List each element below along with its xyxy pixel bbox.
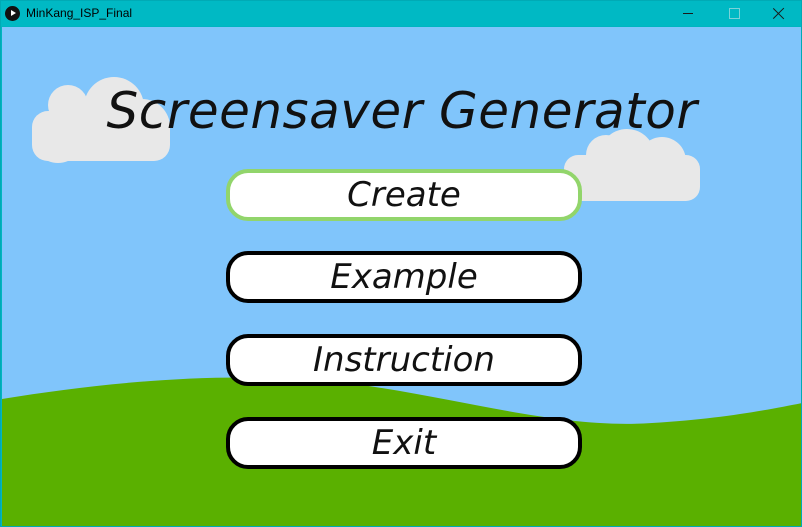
maximize-button: [711, 1, 757, 26]
play-icon: [5, 6, 20, 21]
title-bar[interactable]: MinKang_ISP_Final: [1, 1, 801, 26]
app-window: MinKang_ISP_Final Screensaver Generator …: [0, 0, 802, 527]
instruction-button[interactable]: Instruction: [226, 334, 582, 386]
maximize-icon: [729, 8, 740, 19]
minimize-button[interactable]: [665, 1, 711, 26]
exit-button[interactable]: Exit: [226, 417, 582, 469]
close-button[interactable]: [756, 1, 801, 26]
close-icon: [773, 7, 785, 19]
minimize-icon: [683, 13, 693, 14]
window-title: MinKang_ISP_Final: [26, 6, 133, 20]
page-title: Screensaver Generator: [106, 82, 698, 140]
menu-scene: Screensaver Generator Create Example Ins…: [2, 27, 801, 526]
create-button[interactable]: Create: [226, 169, 582, 221]
example-button[interactable]: Example: [226, 251, 582, 303]
